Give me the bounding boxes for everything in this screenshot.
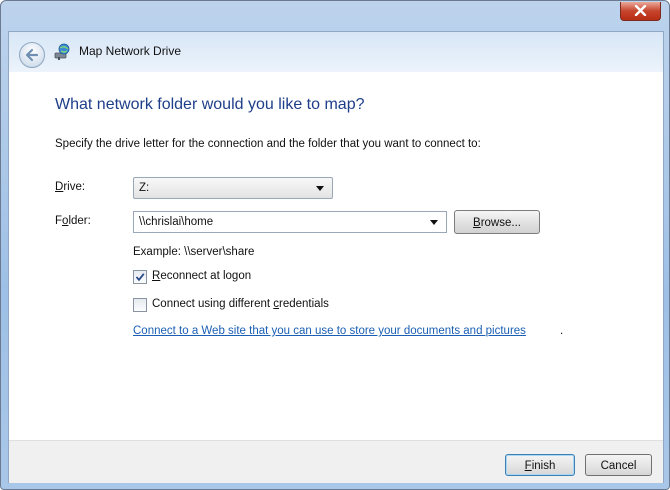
dropdown-arrow-icon [316, 186, 324, 191]
different-credentials-checkbox[interactable] [133, 298, 147, 312]
folder-label: Folder: [55, 215, 91, 227]
browse-button[interactable]: Browse... [454, 210, 540, 234]
reconnect-rest: econnect at logon [160, 270, 252, 282]
drive-dropdown-value: Z: [139, 182, 150, 194]
folder-combobox[interactable]: \\chrislai\home [133, 211, 447, 233]
dialog-footer: Finish Cancel [9, 440, 663, 483]
close-icon [634, 5, 647, 16]
reconnect-checkbox[interactable] [133, 270, 147, 284]
dialog-client-area: Map Network Drive What network folder wo… [8, 31, 664, 483]
browse-button-rest: rowse... [480, 217, 521, 229]
credentials-pre: Connect using different [152, 298, 274, 310]
instructions-text: Specify the drive letter for the connect… [55, 138, 481, 150]
finish-button[interactable]: Finish [505, 454, 575, 476]
folder-input-value: \\chrislai\home [139, 216, 214, 228]
wizard-header: Map Network Drive [9, 32, 663, 72]
network-drive-icon [54, 43, 70, 60]
map-network-drive-window: Map Network Drive What network folder wo… [0, 0, 670, 490]
folder-label-pre: F [55, 215, 63, 227]
drive-dropdown[interactable]: Z: [133, 177, 333, 199]
page-heading: What network folder would you like to ma… [55, 96, 365, 113]
different-credentials-label: Connect using different credentials [152, 298, 329, 310]
drive-label: Drive: [55, 181, 85, 193]
drive-label-rest: rive: [63, 181, 86, 193]
window-title: Map Network Drive [79, 44, 182, 58]
close-button[interactable] [620, 2, 661, 21]
browse-button-accel: B [473, 217, 481, 229]
back-arrow-icon [25, 48, 39, 62]
credentials-rest: redentials [279, 298, 329, 310]
checkmark-icon [135, 273, 145, 282]
web-site-link[interactable]: Connect to a Web site that you can use t… [133, 325, 526, 337]
example-text: Example: \\server\share [133, 246, 255, 258]
folder-label-rest: lder: [68, 215, 91, 227]
web-link-suffix: . [560, 325, 564, 337]
back-button[interactable] [19, 42, 45, 68]
reconnect-label: Reconnect at logon [152, 270, 251, 282]
finish-accel: F [524, 460, 532, 472]
dropdown-arrow-icon[interactable] [430, 220, 438, 225]
finish-rest: inish [531, 460, 556, 472]
cancel-button[interactable]: Cancel [585, 454, 652, 476]
